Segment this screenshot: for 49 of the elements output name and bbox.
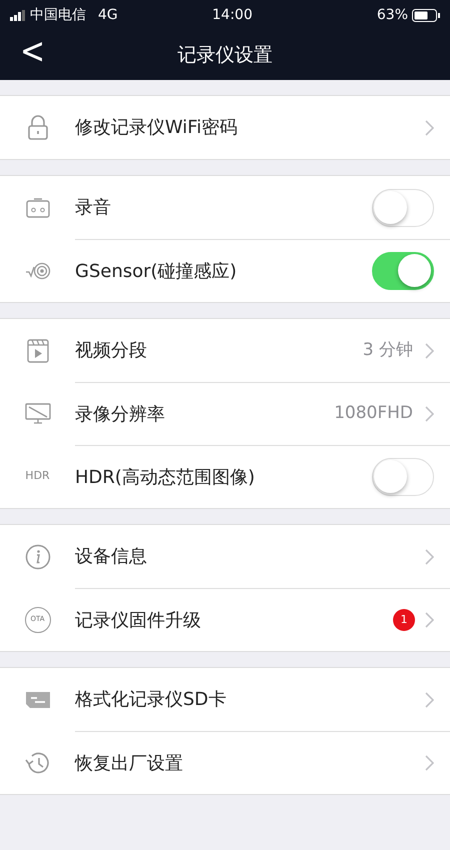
hdr-icon: HDR: [25, 468, 50, 485]
recorder-icon: [26, 198, 50, 218]
carrier-name: 中国电信: [30, 6, 86, 24]
toggle-switch[interactable]: [372, 458, 434, 496]
row-label: HDR(高动态范围图像): [75, 466, 256, 490]
row-label: 录像分辨率: [75, 402, 166, 426]
settings-row[interactable]: 录音: [0, 176, 450, 239]
video-clip-icon: [26, 338, 48, 362]
settings-row[interactable]: 录像分辨率 1080FHD: [0, 382, 450, 445]
row-label: 恢复出厂设置: [75, 752, 184, 776]
chevron-icon: [425, 342, 434, 358]
notification-badge: 1: [393, 609, 415, 631]
row-label: 修改记录仪WiFi密码: [75, 116, 238, 140]
row-label: GSensor(碰撞感应): [75, 260, 238, 284]
row-label: 录音: [75, 196, 112, 220]
toggle-switch[interactable]: [372, 252, 434, 290]
chevron-icon: [425, 406, 434, 422]
battery-icon: [412, 8, 440, 22]
history-icon: [24, 750, 50, 776]
chevron-icon: [425, 612, 434, 628]
chevron-icon: [425, 692, 434, 708]
row-label: 设备信息: [75, 545, 148, 569]
settings-row[interactable]: HDR HDR(高动态范围图像): [0, 445, 450, 508]
target-pulse-icon: [24, 262, 50, 280]
toggle-switch[interactable]: [372, 188, 434, 226]
sd-card-icon: [24, 690, 50, 708]
settings-row[interactable]: 视频分段 3 分钟: [0, 319, 450, 382]
monitor-icon: [24, 402, 50, 424]
settings-row[interactable]: 修改记录仪WiFi密码: [0, 96, 450, 159]
clock: 14:00: [211, 6, 254, 24]
settings-row[interactable]: 格式化记录仪SD卡: [0, 668, 450, 731]
info-icon: [24, 544, 50, 570]
lock-icon: [26, 114, 48, 140]
chevron-icon: [425, 755, 434, 771]
chevron-icon: [425, 120, 434, 136]
battery-percent: 63%: [376, 6, 408, 24]
network-type: 4G: [98, 6, 118, 24]
row-value: 3 分钟: [362, 338, 413, 362]
settings-row[interactable]: 设备信息: [0, 525, 450, 588]
back-button[interactable]: <: [14, 32, 52, 72]
settings-row[interactable]: GSensor(碰撞感应): [0, 239, 450, 302]
row-label: 记录仪固件升级: [75, 608, 202, 632]
signal-icon: [10, 10, 26, 20]
page-title: 记录仪设置: [178, 42, 272, 68]
row-label: 格式化记录仪SD卡: [75, 688, 228, 712]
settings-row[interactable]: 恢复出厂设置: [0, 731, 450, 794]
row-value: 1080FHD: [334, 402, 413, 426]
row-label: 视频分段: [75, 339, 148, 363]
chevron-icon: [425, 548, 434, 564]
